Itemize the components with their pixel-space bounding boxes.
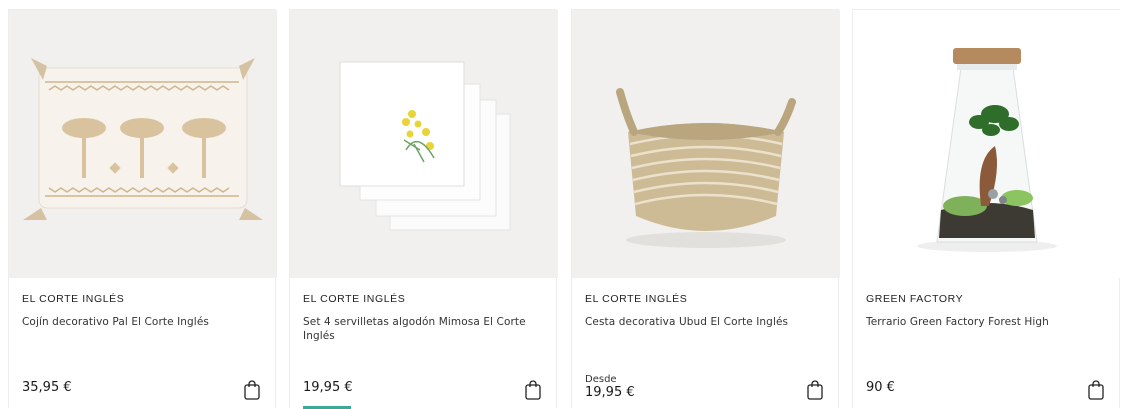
terrarium-icon	[917, 48, 1057, 252]
basket-icon	[616, 88, 796, 248]
napkins-mimosa-icon	[339, 61, 511, 231]
product-card[interactable]: EL CORTE INGLÉS Cojín decorativo Pal El …	[8, 9, 277, 408]
product-image[interactable]	[290, 10, 558, 278]
product-price: 19,95 €	[585, 385, 635, 400]
price-prefix: Desde	[585, 374, 617, 385]
shopping-bag-icon	[525, 380, 541, 400]
product-brand: EL CORTE INGLÉS	[303, 293, 406, 305]
product-name[interactable]: Set 4 servilletas algodón Mimosa El Cort…	[303, 315, 533, 343]
product-image[interactable]	[853, 10, 1121, 278]
add-to-cart-button[interactable]	[243, 380, 261, 400]
add-to-cart-button[interactable]	[1087, 380, 1105, 400]
product-name[interactable]: Cesta decorativa Ubud El Corte Inglés	[585, 315, 815, 329]
shopping-bag-icon	[244, 380, 260, 400]
product-card[interactable]: EL CORTE INGLÉS Set 4 servilletas algodó…	[289, 9, 558, 409]
product-card[interactable]: EL CORTE INGLÉS Cesta decorativa Ubud El…	[571, 9, 840, 408]
product-brand: GREEN FACTORY	[866, 293, 964, 305]
product-grid: EL CORTE INGLÉS Cojín decorativo Pal El …	[0, 0, 1128, 409]
shopping-bag-icon	[807, 380, 823, 400]
product-name[interactable]: Cojín decorativo Pal El Corte Inglés	[22, 315, 252, 329]
add-to-cart-button[interactable]	[524, 380, 542, 400]
product-image[interactable]	[572, 10, 840, 278]
product-price: 35,95 €	[22, 380, 72, 395]
product-price: 90 €	[866, 380, 895, 395]
cushion-palm-icon	[23, 58, 263, 220]
product-name[interactable]: Terrario Green Factory Forest High	[866, 315, 1096, 329]
product-brand: EL CORTE INGLÉS	[585, 293, 688, 305]
shopping-bag-icon	[1088, 380, 1104, 400]
product-brand: EL CORTE INGLÉS	[22, 293, 125, 305]
add-to-cart-button[interactable]	[806, 380, 824, 400]
product-price: 19,95 €	[303, 380, 353, 395]
product-card[interactable]: GREEN FACTORY Terrario Green Factory For…	[852, 9, 1121, 408]
product-image[interactable]	[9, 10, 277, 278]
